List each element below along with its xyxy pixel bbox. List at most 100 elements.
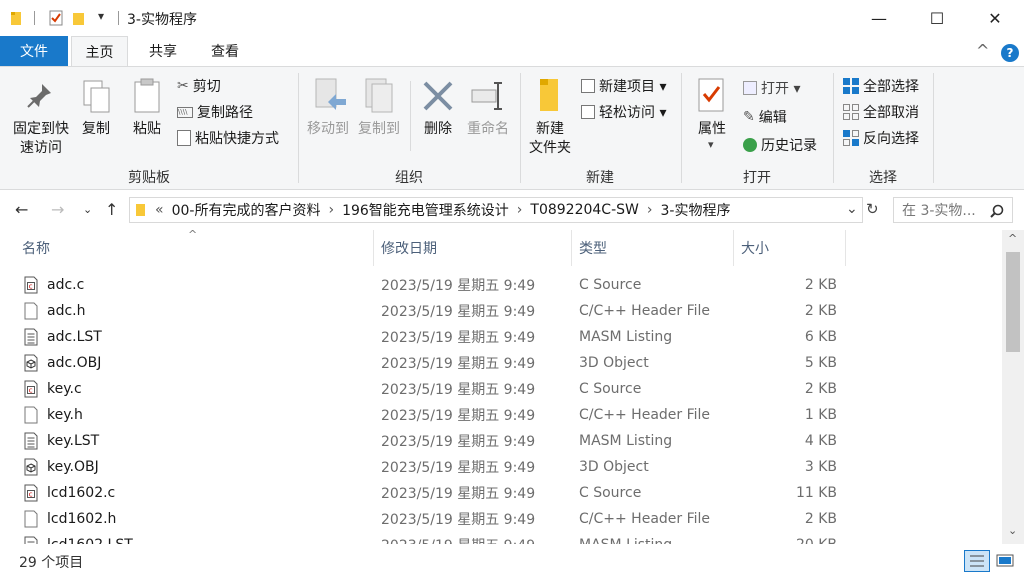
hidden-crumbs-chevron[interactable]: «	[155, 202, 164, 218]
file-type: C Source	[579, 485, 642, 501]
file-date: 2023/5/19 星期五 9:49	[381, 304, 536, 320]
breadcrumb-item[interactable]: 00-所有完成的客户资料	[172, 200, 321, 220]
column-header-type[interactable]: 类型	[571, 230, 733, 266]
table-row[interactable]: lcd1602.h 2023/5/19 星期五 9:49 C/C++ Header …	[0, 506, 1002, 532]
copy-path-label: 复制路径	[197, 105, 253, 121]
delete-x-icon	[423, 81, 453, 111]
table-row[interactable]: adc.LST 2023/5/19 星期五 9:49 MASM Listing 6 K…	[0, 324, 1002, 350]
delete-button[interactable]: 删除	[418, 120, 458, 139]
copy-icon	[83, 80, 110, 113]
breadcrumb-item[interactable]: 3-实物程序	[660, 200, 730, 220]
svg-text:c: c	[29, 490, 33, 498]
search-input[interactable]: 在 3-实物...	[893, 197, 1013, 223]
new-folder-icon[interactable]	[72, 10, 88, 26]
svg-text:c: c	[29, 386, 33, 394]
select-none-button[interactable]: 全部取消	[843, 102, 919, 122]
up-arrow-icon[interactable]: ↑	[105, 200, 118, 219]
details-view-icon[interactable]	[964, 550, 990, 572]
edit-button[interactable]: ✎ 编辑	[743, 107, 787, 127]
tab-share[interactable]: 共享	[135, 36, 191, 66]
properties-check-icon[interactable]	[48, 10, 64, 26]
easy-access-button[interactable]: 轻松访问 ▾	[581, 102, 666, 122]
divider	[410, 81, 411, 151]
select-group-label: 选择	[869, 170, 897, 186]
large-icons-view-icon[interactable]	[994, 550, 1016, 572]
table-row[interactable]: adc.OBJ 2023/5/19 星期五 9:49 3D Object 5 KB	[0, 350, 1002, 376]
table-row[interactable]: key.OBJ 2023/5/19 星期五 9:49 3D Object 3 KB	[0, 454, 1002, 480]
select-all-icon	[843, 78, 859, 94]
table-row[interactable]: c lcd1602.c 2023/5/19 星期五 9:49 C Source 11 K…	[0, 480, 1002, 506]
properties-button[interactable]: 属性	[690, 120, 734, 139]
breadcrumb-separator-icon[interactable]: ›	[647, 202, 653, 218]
scrollbar-thumb[interactable]	[1006, 252, 1020, 352]
file-date: 2023/5/19 星期五 9:49	[381, 512, 536, 528]
back-arrow-icon[interactable]: ←	[15, 200, 28, 219]
address-dropdown-icon[interactable]: ⌄	[846, 201, 858, 217]
paste-shortcut-icon	[177, 130, 191, 146]
help-icon[interactable]: ?	[1001, 44, 1019, 62]
tab-home[interactable]: 主页	[71, 36, 128, 67]
paste-shortcut-button[interactable]: 粘贴快捷方式	[177, 128, 279, 148]
clipboard-group-label: 剪贴板	[128, 170, 170, 186]
tab-file[interactable]: 文件	[0, 36, 68, 66]
close-button[interactable]: ✕	[966, 0, 1024, 36]
breadcrumb-item[interactable]: T0892204C-SW	[530, 202, 638, 218]
paste-button[interactable]: 粘贴	[128, 120, 166, 139]
scroll-down-icon[interactable]: ⌄	[1008, 524, 1017, 537]
file-type: MASM Listing	[579, 433, 673, 449]
maximize-button[interactable]: ☐	[908, 0, 966, 36]
rename-icon	[471, 82, 502, 110]
rename-button[interactable]: 重命名	[463, 120, 513, 139]
breadcrumb-item[interactable]: 196智能充电管理系统设计	[342, 200, 509, 220]
breadcrumb-separator-icon[interactable]: ›	[328, 202, 334, 218]
address-field[interactable]: « 00-所有完成的客户资料 › 196智能充电管理系统设计 › T089220…	[129, 197, 863, 223]
table-row[interactable]: key.h 2023/5/19 星期五 9:49 C/C++ Header File…	[0, 402, 1002, 428]
open-icon	[743, 81, 757, 95]
file-name: key.c	[47, 381, 82, 397]
open-button[interactable]: 打开 ▾	[743, 78, 800, 98]
minimize-button[interactable]: —	[850, 0, 908, 36]
copy-path-icon: \\\\	[177, 106, 193, 118]
column-header-size[interactable]: 大小	[733, 230, 845, 266]
invert-selection-icon	[843, 130, 859, 146]
quick-access-dropdown[interactable]: ▾	[98, 9, 104, 23]
column-header-date[interactable]: 修改日期	[373, 230, 571, 266]
new-item-button[interactable]: 新建项目 ▾	[581, 76, 666, 96]
copy-to-button[interactable]: 复制到	[355, 120, 403, 139]
history-button[interactable]: 历史记录	[743, 135, 817, 155]
vertical-scrollbar[interactable]: ^ ⌄	[1002, 230, 1024, 544]
file-type: 3D Object	[579, 459, 649, 475]
chevron-down-icon[interactable]: ▾	[708, 138, 714, 151]
table-row[interactable]: adc.h 2023/5/19 星期五 9:49 C/C++ Header File…	[0, 298, 1002, 324]
scissors-icon: ✂	[177, 78, 189, 94]
invert-selection-button[interactable]: 反向选择	[843, 128, 919, 148]
invert-selection-label: 反向选择	[863, 131, 919, 147]
history-label: 历史记录	[761, 138, 817, 154]
scroll-up-icon[interactable]: ^	[1008, 232, 1017, 245]
open-group-label: 打开	[743, 170, 771, 186]
c-source-file-icon: c	[24, 484, 38, 502]
recent-locations-chevron-icon[interactable]: ⌄	[83, 203, 92, 216]
table-row[interactable]: c adc.c 2023/5/19 星期五 9:49 C Source 2 KB	[0, 272, 1002, 298]
pin-to-quick-access-button[interactable]: 固定到快 速访问	[8, 120, 74, 158]
copy-button[interactable]: 复制	[78, 120, 114, 139]
file-date: 2023/5/19 星期五 9:49	[381, 278, 536, 294]
refresh-icon[interactable]: ↻	[866, 200, 879, 218]
cut-button[interactable]: ✂ 剪切	[177, 76, 221, 96]
copy-path-button[interactable]: \\\\ 复制路径	[177, 102, 253, 122]
file-date: 2023/5/19 星期五 9:49	[381, 486, 536, 502]
open-label: 打开 ▾	[761, 81, 801, 97]
move-to-button[interactable]: 移动到	[303, 120, 353, 139]
table-row[interactable]: key.LST 2023/5/19 星期五 9:49 MASM Listing 4 K…	[0, 428, 1002, 454]
file-size: 2 KB	[804, 277, 837, 293]
new-folder-button[interactable]: 新建 文件夹	[526, 120, 574, 158]
table-row[interactable]: c key.c 2023/5/19 星期五 9:49 C Source 2 KB	[0, 376, 1002, 402]
select-all-button[interactable]: 全部选择	[843, 76, 919, 96]
breadcrumb-separator-icon[interactable]: ›	[517, 202, 523, 218]
search-icon[interactable]	[990, 204, 1004, 218]
table-row[interactable]: lcd1602.LST 2023/5/19 星期五 9:49 MASM Listin…	[0, 532, 1002, 544]
tab-view[interactable]: 查看	[197, 36, 253, 66]
divider[interactable]	[845, 230, 846, 266]
forward-arrow-icon[interactable]: →	[51, 200, 64, 219]
collapse-ribbon-chevron-icon[interactable]: ^	[976, 41, 989, 60]
